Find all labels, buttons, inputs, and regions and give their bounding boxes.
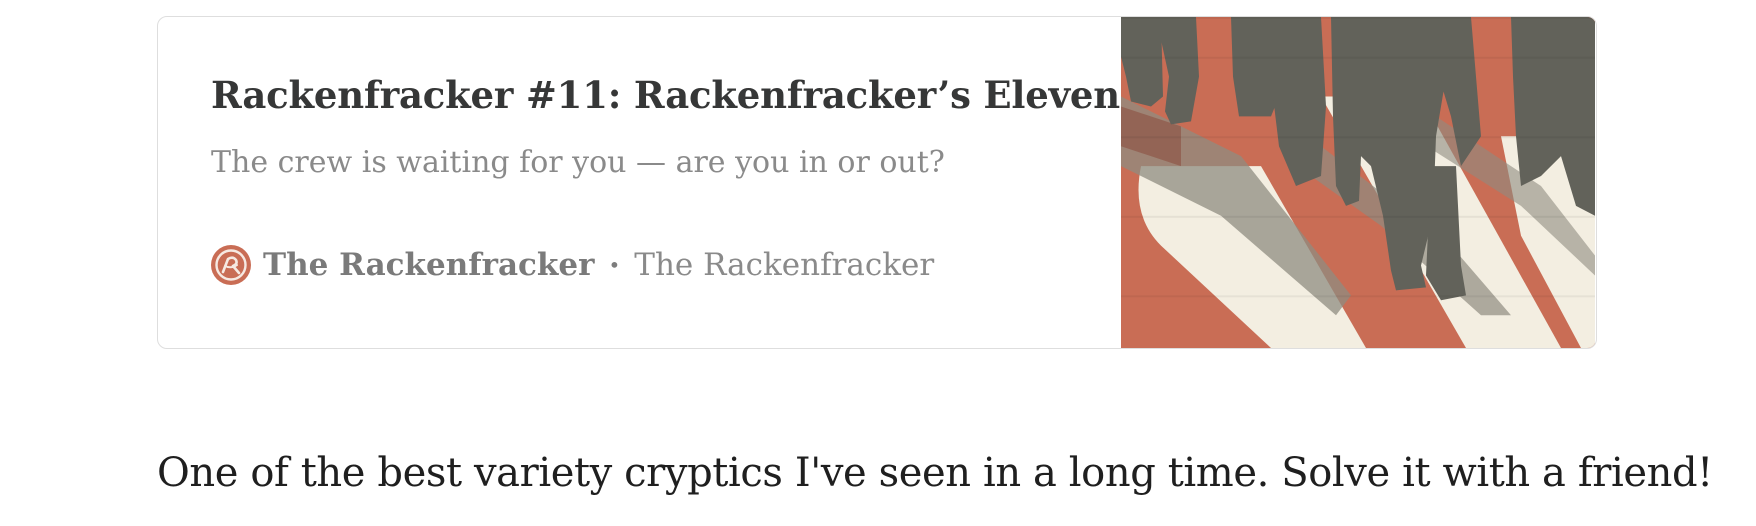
- crowd-of-legs-illustration: [1121, 17, 1595, 348]
- rackenfracker-logo-icon: [211, 245, 251, 285]
- embed-title[interactable]: Rackenfracker #11: Rackenfracker’s Eleve…: [211, 73, 1120, 117]
- embed-cover-image[interactable]: [1121, 17, 1595, 348]
- publication-name[interactable]: The Rackenfracker: [263, 247, 594, 283]
- post-embed-card[interactable]: Rackenfracker #11: Rackenfracker’s Eleve…: [157, 16, 1597, 349]
- meta-separator: •: [608, 253, 621, 277]
- embed-text-area: Rackenfracker #11: Rackenfracker’s Eleve…: [158, 17, 1121, 348]
- embed-subtitle: The crew is waiting for you — are you in…: [211, 145, 945, 180]
- embed-meta: The Rackenfracker • The Rackenfracker: [211, 245, 934, 285]
- post-body-paragraph: One of the best variety cryptics I've se…: [157, 450, 1713, 496]
- author-name[interactable]: The Rackenfracker: [634, 247, 934, 283]
